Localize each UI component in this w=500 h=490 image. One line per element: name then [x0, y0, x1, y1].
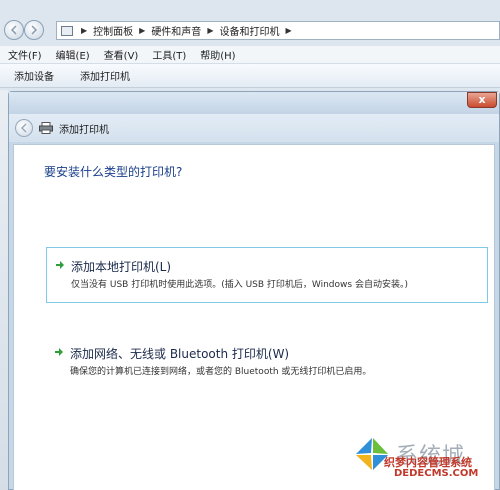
dialog-navigation: 添加打印机	[9, 114, 499, 142]
add-device-button[interactable]: 添加设备	[14, 68, 54, 83]
breadcrumb-item[interactable]: 设备和打印机	[219, 23, 279, 38]
breadcrumb-item[interactable]: 控制面板	[93, 23, 133, 38]
option-title: 添加网络、无线或 Bluetooth 打印机(W)	[70, 347, 290, 361]
breadcrumb-separator-icon[interactable]: ▶	[139, 26, 145, 35]
watermark-url: DEDECMS.COM	[394, 468, 479, 479]
green-arrow-icon	[56, 261, 64, 269]
dialog-titlebar: x	[9, 92, 499, 114]
add-local-printer-option[interactable]: 添加本地打印机(L) 仅当没有 USB 打印机时使用此选项。(插入 USB 打印…	[46, 247, 488, 303]
add-network-printer-option[interactable]: 添加网络、无线或 Bluetooth 打印机(W) 确保您的计算机已连接到网络，…	[46, 335, 488, 391]
navigation-bar: ▶ 控制面板 ▶ 硬件和声音 ▶ 设备和打印机 ▶	[0, 18, 500, 44]
background-pane	[0, 90, 8, 490]
menu-tools[interactable]: 工具(T)	[152, 47, 186, 62]
forward-arrow-icon	[31, 25, 38, 35]
printer-icon	[39, 122, 53, 134]
forward-button[interactable]	[24, 20, 44, 40]
site-watermark: 系统城 织梦内容管理系统 DEDECMS.COM	[350, 432, 500, 490]
breadcrumb-separator-icon: ▶	[81, 26, 88, 35]
command-toolbar: 添加设备 添加打印机	[0, 64, 500, 88]
control-panel-icon	[61, 25, 73, 36]
back-arrow-icon	[10, 25, 17, 35]
back-arrow-icon	[20, 123, 27, 133]
dialog-back-button[interactable]	[15, 119, 33, 137]
option-description: 仅当没有 USB 打印机时使用此选项。(插入 USB 打印机后，Windows …	[71, 280, 408, 290]
option-description: 确保您的计算机已连接到网络，或者您的 Bluetooth 或无线打印机已启用。	[70, 367, 372, 377]
menu-file[interactable]: 文件(F)	[8, 47, 42, 62]
breadcrumb-separator-icon[interactable]: ▶	[285, 26, 291, 35]
add-printer-button[interactable]: 添加打印机	[80, 68, 130, 83]
option-title: 添加本地打印机(L)	[71, 260, 172, 274]
menu-bar: 文件(F) 编辑(E) 查看(V) 工具(T) 帮助(H)	[0, 46, 500, 64]
menu-view[interactable]: 查看(V)	[104, 47, 139, 62]
breadcrumb-item[interactable]: 硬件和声音	[151, 23, 201, 38]
address-bar[interactable]: ▶ 控制面板 ▶ 硬件和声音 ▶ 设备和打印机 ▶	[56, 21, 500, 40]
green-arrow-icon	[55, 348, 63, 356]
breadcrumb-separator-icon[interactable]: ▶	[207, 26, 213, 35]
menu-edit[interactable]: 编辑(E)	[56, 47, 90, 62]
printer-type-question: 要安装什么类型的打印机?	[44, 165, 183, 179]
dialog-title: 添加打印机	[59, 124, 109, 136]
close-button[interactable]: x	[467, 92, 497, 108]
add-printer-dialog: x 添加打印机 要安装什么类型的打印机? 添加本地打印机(L) 仅当没有 USB…	[8, 91, 500, 490]
back-button[interactable]	[4, 20, 24, 40]
menu-help[interactable]: 帮助(H)	[200, 47, 235, 62]
